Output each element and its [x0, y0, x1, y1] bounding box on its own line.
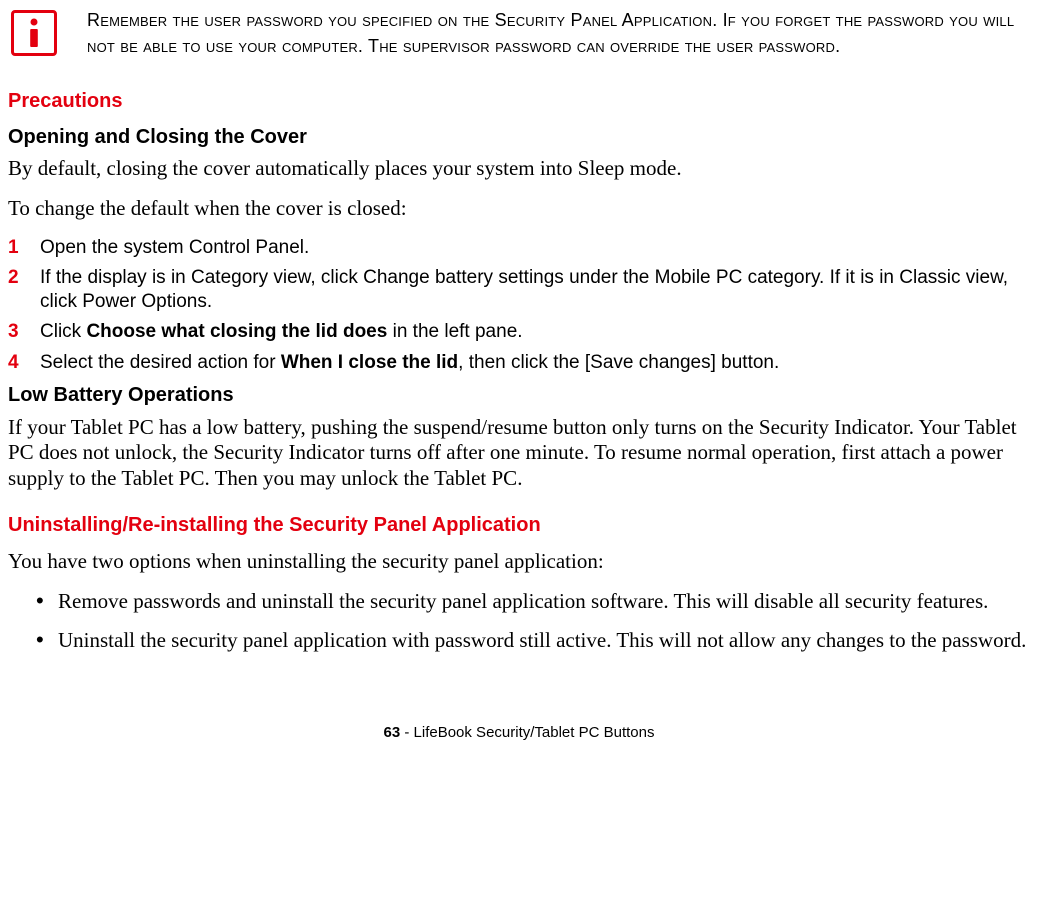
step-number: 1 [8, 236, 28, 260]
list-item: Uninstall the security panel application… [36, 628, 1030, 653]
paragraph: If your Tablet PC has a low battery, pus… [8, 415, 1030, 492]
bullet-list: Remove passwords and uninstall the secur… [8, 589, 1030, 653]
step-text: Select the desired action for When I clo… [40, 351, 1030, 375]
step-text: Click Choose what closing the lid does i… [40, 320, 1030, 344]
heading-precautions: Precautions [8, 89, 1030, 115]
step-number: 3 [8, 320, 28, 344]
step-number: 2 [8, 266, 28, 290]
paragraph: By default, closing the cover automatica… [8, 156, 1030, 182]
subheading-low-battery: Low Battery Operations [8, 383, 1030, 409]
info-note-text: Remember the user password you specified… [87, 8, 1030, 59]
info-icon [11, 10, 57, 56]
list-item: 4 Select the desired action for When I c… [8, 351, 1030, 375]
footer-text: - LifeBook Security/Tablet PC Buttons [400, 724, 654, 741]
subheading-open-close: Opening and Closing the Cover [8, 125, 1030, 151]
step-text: If the display is in Category view, clic… [40, 266, 1030, 315]
paragraph: To change the default when the cover is … [8, 196, 1030, 222]
paragraph: You have two options when uninstalling t… [8, 549, 1030, 575]
page-number: 63 [384, 724, 401, 741]
list-item: 1 Open the system Control Panel. [8, 236, 1030, 260]
list-item: Remove passwords and uninstall the secur… [36, 589, 1030, 614]
step-number: 4 [8, 351, 28, 375]
heading-uninstall: Uninstalling/Re-installing the Security … [8, 513, 1030, 539]
list-item: 2 If the display is in Category view, cl… [8, 266, 1030, 315]
list-item: 3 Click Choose what closing the lid does… [8, 320, 1030, 344]
page-footer: 63 - LifeBook Security/Tablet PC Buttons [8, 723, 1030, 742]
info-note: Remember the user password you specified… [8, 8, 1030, 59]
step-text: Open the system Control Panel. [40, 236, 1030, 260]
numbered-steps: 1 Open the system Control Panel. 2 If th… [8, 236, 1030, 376]
